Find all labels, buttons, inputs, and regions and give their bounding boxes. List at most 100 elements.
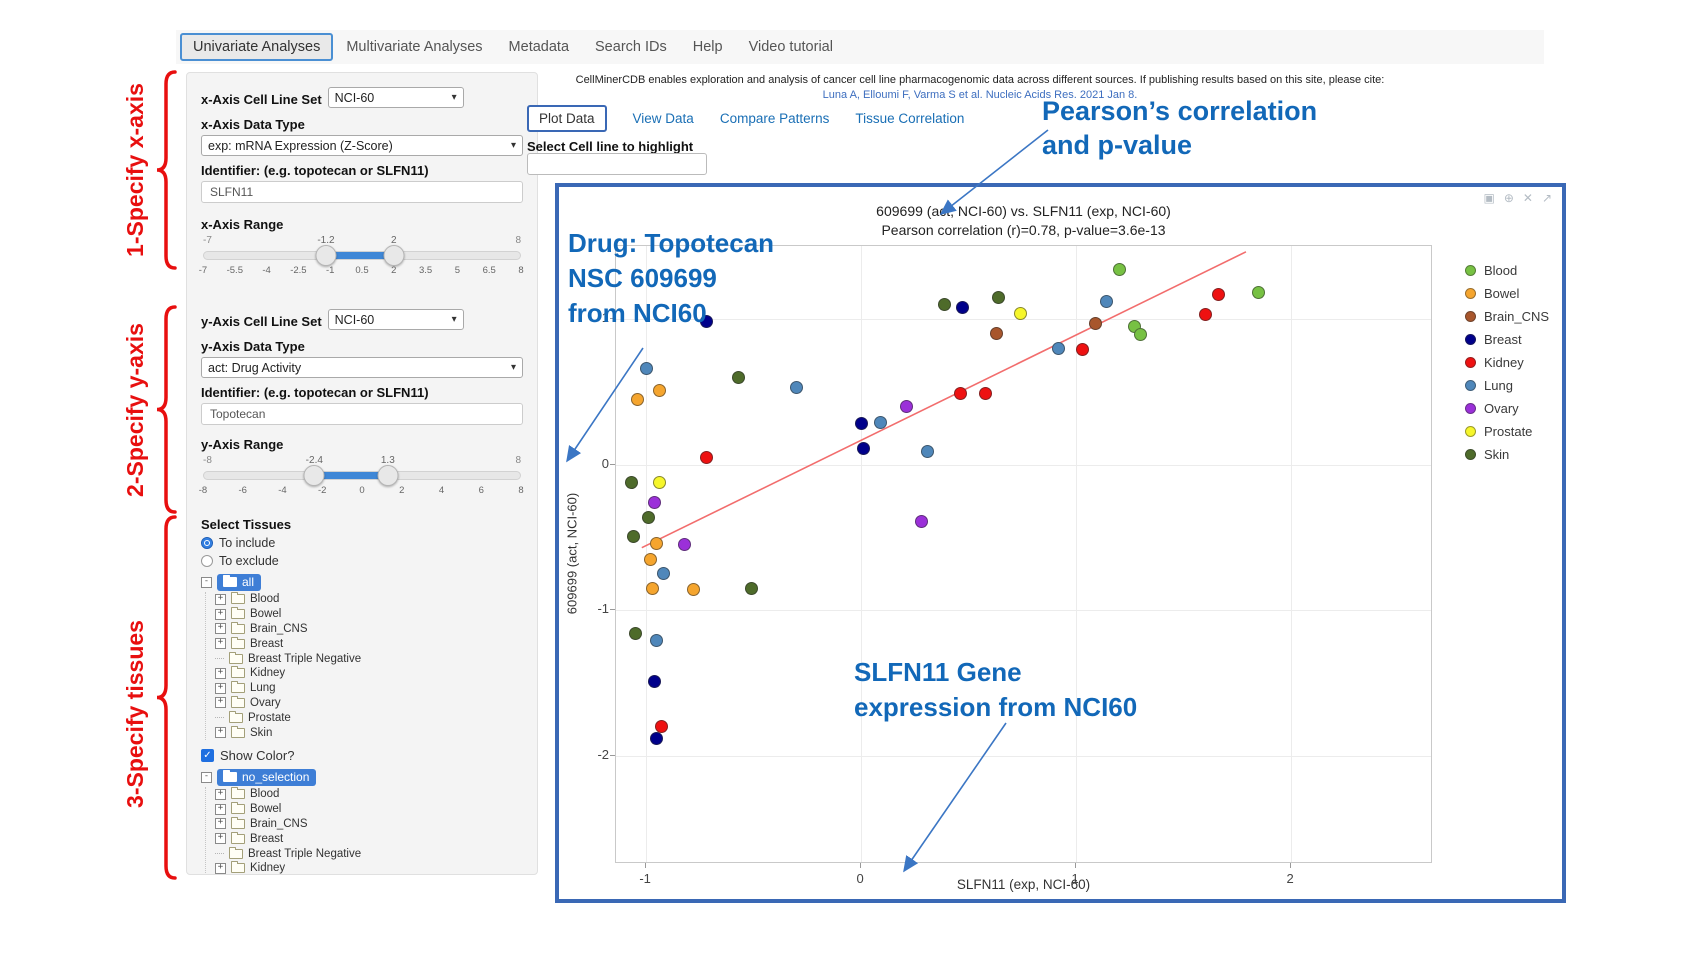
exclude-tree-root[interactable]: no_selection <box>217 769 316 786</box>
x-cell-line-set-select[interactable]: NCI-60 ▾ <box>328 87 464 108</box>
data-point-lung[interactable] <box>640 362 653 375</box>
expand-toggle-icon[interactable]: + <box>215 623 226 634</box>
data-point-lung[interactable] <box>790 381 803 394</box>
data-point-lung[interactable] <box>1052 342 1065 355</box>
nav-tab-metadata[interactable]: Metadata <box>496 34 582 60</box>
data-point-ovary[interactable] <box>915 515 928 528</box>
data-point-blood[interactable] <box>1113 263 1126 276</box>
data-point-skin[interactable] <box>732 371 745 384</box>
expand-toggle-icon[interactable]: + <box>215 833 226 844</box>
include-tree-item-brain-cns[interactable]: +Brain_CNS <box>215 622 523 637</box>
include-tree-item-prostate[interactable]: Prostate <box>215 710 523 725</box>
data-point-breast[interactable] <box>855 417 868 430</box>
data-point-kidney[interactable] <box>954 387 967 400</box>
legend-item-brain-cns[interactable]: Brain_CNS <box>1465 305 1549 328</box>
nav-tab-search-ids[interactable]: Search IDs <box>582 34 680 60</box>
expand-toggle-icon[interactable]: + <box>215 609 226 620</box>
camera-icon[interactable]: ▣ <box>1483 191 1494 205</box>
expand-toggle-icon[interactable]: + <box>215 683 226 694</box>
tab-view-data[interactable]: View Data <box>633 111 694 126</box>
tab-tissue-correlation[interactable]: Tissue Correlation <box>855 111 964 126</box>
x-range-low-handle[interactable] <box>315 245 336 266</box>
include-tree-item-ovary[interactable]: +Ovary <box>215 696 523 711</box>
data-point-skin[interactable] <box>745 582 758 595</box>
data-point-skin[interactable] <box>992 291 1005 304</box>
data-point-prostate[interactable] <box>1014 307 1027 320</box>
x-data-type-select[interactable]: exp: mRNA Expression (Z-Score) ▾ <box>201 135 523 156</box>
y-identifier-input[interactable]: Topotecan <box>201 403 523 425</box>
exclude-tree-item-kidney[interactable]: +Kidney <box>215 861 523 875</box>
legend-item-prostate[interactable]: Prostate <box>1465 420 1549 443</box>
x-range-slider[interactable]: -78-1.22-7-5.5-4-2.5-10.523.556.58 <box>203 235 521 281</box>
collapse-toggle-icon[interactable]: - <box>201 772 212 783</box>
data-point-prostate[interactable] <box>653 476 666 489</box>
exclude-tree-item-breast-triple-negative[interactable]: Breast Triple Negative <box>215 846 523 861</box>
data-point-breast[interactable] <box>956 301 969 314</box>
zoom-in-icon[interactable]: ⊕ <box>1504 191 1514 205</box>
expand-toggle-icon[interactable]: + <box>215 863 226 874</box>
data-point-skin[interactable] <box>629 627 642 640</box>
data-point-skin[interactable] <box>642 511 655 524</box>
show-color-row[interactable]: ✓ Show Color? <box>201 748 523 763</box>
close-icon[interactable]: ✕ <box>1523 191 1533 205</box>
data-point-skin[interactable] <box>625 476 638 489</box>
legend-item-bowel[interactable]: Bowel <box>1465 282 1549 305</box>
x-identifier-input[interactable]: SLFN11 <box>201 181 523 203</box>
y-cell-line-set-select[interactable]: NCI-60 ▾ <box>328 309 464 330</box>
include-tree-item-skin[interactable]: +Skin <box>215 725 523 740</box>
nav-tab-univariate-analyses[interactable]: Univariate Analyses <box>180 33 333 61</box>
data-point-lung[interactable] <box>1100 295 1113 308</box>
legend-item-skin[interactable]: Skin <box>1465 443 1549 466</box>
legend-item-breast[interactable]: Breast <box>1465 328 1549 351</box>
expand-toggle-icon[interactable]: + <box>215 818 226 829</box>
include-tree-item-blood[interactable]: +Blood <box>215 592 523 607</box>
data-point-kidney[interactable] <box>1212 288 1225 301</box>
expand-toggle-icon[interactable]: + <box>215 594 226 605</box>
data-point-lung[interactable] <box>874 416 887 429</box>
y-range-high-handle[interactable] <box>377 465 398 486</box>
data-point-kidney[interactable] <box>979 387 992 400</box>
expand-toggle-icon[interactable]: + <box>215 638 226 649</box>
exclude-tree-item-blood[interactable]: +Blood <box>215 787 523 802</box>
include-tree-item-lung[interactable]: +Lung <box>215 681 523 696</box>
include-tree-item-bowel[interactable]: +Bowel <box>215 607 523 622</box>
data-point-kidney[interactable] <box>700 451 713 464</box>
include-tree-root[interactable]: all <box>217 574 261 591</box>
y-data-type-select[interactable]: act: Drug Activity ▾ <box>201 357 523 378</box>
data-point-bowel[interactable] <box>653 384 666 397</box>
exclude-tree-root-row[interactable]: -no_selection <box>201 769 523 786</box>
collapse-toggle-icon[interactable]: - <box>201 577 212 588</box>
legend-item-ovary[interactable]: Ovary <box>1465 397 1549 420</box>
highlight-input[interactable] <box>527 153 707 175</box>
exclude-tree-item-bowel[interactable]: +Bowel <box>215 802 523 817</box>
y-range-low-handle[interactable] <box>304 465 325 486</box>
tab-compare-patterns[interactable]: Compare Patterns <box>720 111 830 126</box>
data-point-kidney[interactable] <box>1076 343 1089 356</box>
nav-tab-multivariate-analyses[interactable]: Multivariate Analyses <box>333 34 495 60</box>
expand-toggle-icon[interactable]: + <box>215 727 226 738</box>
data-point-brain-cns[interactable] <box>990 327 1003 340</box>
legend-item-lung[interactable]: Lung <box>1465 374 1549 397</box>
data-point-brain-cns[interactable] <box>1089 317 1102 330</box>
legend-item-blood[interactable]: Blood <box>1465 259 1549 282</box>
nav-tab-video-tutorial[interactable]: Video tutorial <box>736 34 846 60</box>
exclude-tree-item-breast[interactable]: +Breast <box>215 831 523 846</box>
nav-tab-help[interactable]: Help <box>680 34 736 60</box>
expand-toggle-icon[interactable]: + <box>215 789 226 800</box>
plot-panel[interactable] <box>615 245 1432 863</box>
tissue-radio-exclude[interactable]: To exclude <box>201 554 523 568</box>
expand-icon[interactable]: ↗ <box>1542 191 1552 205</box>
expand-toggle-icon[interactable]: + <box>215 804 226 815</box>
data-point-kidney[interactable] <box>1199 308 1212 321</box>
exclude-tree-item-brain-cns[interactable]: +Brain_CNS <box>215 817 523 832</box>
data-point-bowel[interactable] <box>644 553 657 566</box>
y-range-slider[interactable]: -88-2.41.3-8-6-4-202468 <box>203 455 521 501</box>
include-tree-item-breast-triple-negative[interactable]: Breast Triple Negative <box>215 651 523 666</box>
include-tree-item-kidney[interactable]: +Kidney <box>215 666 523 681</box>
expand-toggle-icon[interactable]: + <box>215 697 226 708</box>
tissue-radio-include[interactable]: To include <box>201 536 523 550</box>
data-point-breast[interactable] <box>857 442 870 455</box>
data-point-bowel[interactable] <box>631 393 644 406</box>
tab-plot-data[interactable]: Plot Data <box>527 105 607 132</box>
x-range-high-handle[interactable] <box>383 245 404 266</box>
